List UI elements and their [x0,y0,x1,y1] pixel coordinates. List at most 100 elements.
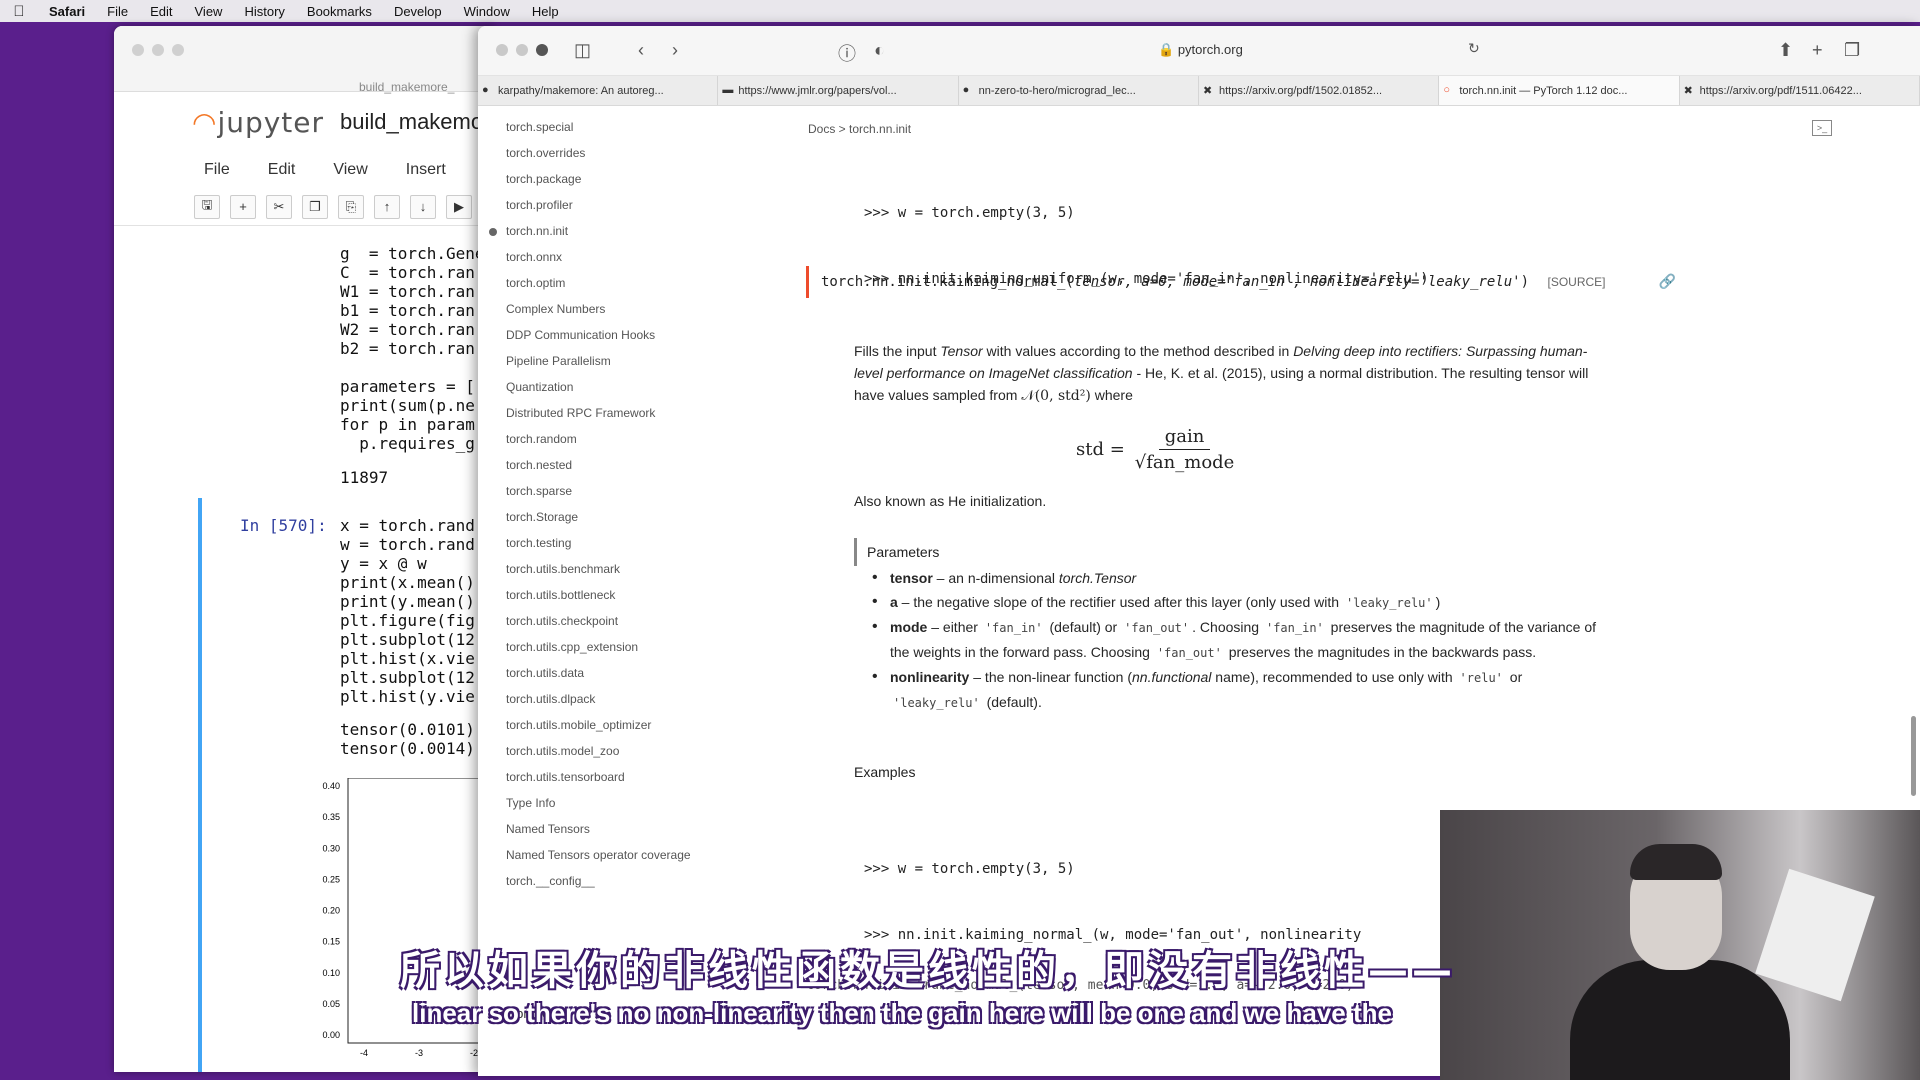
window-controls[interactable] [496,44,548,56]
y-tick-label: 0.20 [322,906,340,916]
cell2-code: x = torch.rand w = torch.rand y = x @ w … [340,516,475,706]
tab-makemore[interactable]: ● karpathy/makemore: An autoreg... [478,76,719,105]
sidebar-item-torch-utils-tensorboard[interactable]: torch.utils.tensorboard [506,770,625,784]
sidebar-item-torch-onnx[interactable]: torch.onnx [506,250,562,264]
webcam-overlay [1440,810,1920,1080]
sidebar-item-torch-utils-data[interactable]: torch.utils.data [506,666,584,680]
reload-icon[interactable]: ↻ [1468,40,1480,57]
sidebar-item-torch-random[interactable]: torch.random [506,432,577,446]
x-tick-label: -4 [360,1048,368,1058]
sidebar-item-pipeline-parallelism[interactable]: Pipeline Parallelism [506,354,611,368]
sidebar-item-torch-nn-init[interactable]: torch.nn.init [488,224,568,238]
tensor-link[interactable]: Tensor [940,343,982,359]
forward-icon[interactable]: › [672,40,678,61]
tab-arxiv-1[interactable]: ✖ https://arxiv.org/pdf/1502.01852... [1199,76,1440,105]
function-signature: torch.nn.init.kaiming_normal_(tensor, a=… [806,266,1676,298]
subtitle-english: linear so there's no non-linearity then … [412,998,1392,1028]
sidebar-item-torch-utils-checkpoint[interactable]: torch.utils.checkpoint [506,614,618,628]
tab-arxiv-2[interactable]: ✖ https://arxiv.org/pdf/1511.06422... [1680,76,1920,105]
url-text: pytorch.org [1177,42,1243,57]
webcam-person-body [1570,960,1790,1080]
sidebar-item-named-tensors-operator-coverage[interactable]: Named Tensors operator coverage [506,848,691,862]
sidebar-item-torch-utils-bottleneck[interactable]: torch.utils.bottleneck [506,588,615,602]
terminal-icon[interactable]: >_ [1812,120,1832,136]
y-tick-label: 0.00 [322,1030,340,1040]
sidebar-item-torch-package[interactable]: torch.package [506,172,581,186]
tab-jmlr[interactable]: ▬ https://www.jmlr.org/papers/vol... [718,76,959,105]
sidebar-item-torch-nested[interactable]: torch.nested [506,458,572,472]
sidebar-item-torch-utils-cpp-extension[interactable]: torch.utils.cpp_extension [506,640,638,654]
menu-file[interactable]: File [96,4,139,19]
scrollbar[interactable] [1911,716,1916,796]
notebook-name[interactable]: build_makemo [340,109,483,135]
y-tick-label: 0.15 [322,937,340,947]
sidebar-item-torch-storage[interactable]: torch.Storage [506,510,578,524]
sidebar-item-quantization[interactable]: Quantization [506,380,573,394]
menu-develop[interactable]: Develop [383,4,453,19]
github-icon: ● [482,84,489,96]
apple-icon[interactable]:  [0,3,38,20]
jupyter-menu-view[interactable]: View [333,161,367,179]
jupyter-toolbar: 🖫 + ✂ ❐ ⎘ ↑ ↓ ▶ [114,188,494,226]
cut-icon[interactable]: ✂ [266,194,292,219]
tab-overview-icon[interactable]: ❐ [1844,40,1860,61]
source-link[interactable]: [SOURCE] [1547,275,1605,289]
sidebar-item-type-info[interactable]: Type Info [506,796,555,810]
password-icon[interactable]: ⓘ [838,40,856,66]
new-tab-icon[interactable]: + [1812,40,1823,61]
sidebar-item-complex-numbers[interactable]: Complex Numbers [506,302,605,316]
menu-bookmarks[interactable]: Bookmarks [296,4,383,19]
sidebar-item-ddp-communication-hooks[interactable]: DDP Communication Hooks [506,328,655,342]
sidebar-item-torch-special[interactable]: torch.special [506,120,573,134]
share-icon[interactable]: ⬆ [1778,40,1793,61]
sidebar-item-torch-testing[interactable]: torch.testing [506,536,571,550]
sidebar-item-torch-profiler[interactable]: torch.profiler [506,198,573,212]
move-up-icon[interactable]: ↑ [374,194,400,219]
run-icon[interactable]: ▶ [446,194,472,219]
arxiv-icon: ✖ [1202,85,1213,97]
sig-args: tensor, a=0, mode='fan_in', nonlinearity… [1073,274,1521,290]
jupyter-titlebar: build_makemore_ [114,26,494,94]
sidebar-item-torch-sparse[interactable]: torch.sparse [506,484,572,498]
example-block-1: >>> w = torch.empty(3, 5) >>> nn.init.ka… [864,158,1429,334]
sidebar-item-torch-utils-model-zoo[interactable]: torch.utils.model_zoo [506,744,619,758]
description: Fills the input Tensor with values accor… [854,343,1589,404]
move-down-icon[interactable]: ↓ [410,194,436,219]
tab-micrograd[interactable]: ● nn-zero-to-hero/micrograd_lec... [959,76,1199,105]
cell1-output: 11897 [340,468,389,487]
sidebar-item-torch-overrides[interactable]: torch.overrides [506,146,585,160]
menu-edit[interactable]: Edit [139,4,183,19]
sidebar-item-torch-config[interactable]: torch.__config__ [506,874,595,888]
link-icon[interactable]: 🔗 [1659,274,1676,290]
sidebar-item-torch-utils-mobile-optimizer[interactable]: torch.utils.mobile_optimizer [506,718,651,732]
breadcrumb[interactable]: Docs > torch.nn.init [808,122,911,136]
copy-icon[interactable]: ❐ [302,194,328,219]
jupyter-menu-file[interactable]: File [204,161,230,179]
save-icon[interactable]: 🖫 [194,194,220,219]
menu-view[interactable]: View [184,4,234,19]
menu-bar:  Safari File Edit View History Bookmark… [0,0,1920,22]
code-cell-1[interactable]: g = torch.Gene C = torch.ran W1 = torch.… [226,244,496,492]
sidebar-item-torch-optim[interactable]: torch.optim [506,276,565,290]
sidebar-toggle-icon[interactable]: ◫ [574,40,591,61]
menu-help[interactable]: Help [521,4,570,19]
shield-icon[interactable]: ◐ [874,40,885,61]
address-bar[interactable]: 🔒 pytorch.org [1158,42,1243,58]
menu-app-safari[interactable]: Safari [38,4,96,19]
add-cell-icon[interactable]: + [230,194,256,219]
parameters-list: tensor – an n-dimensional torch.Tensor a… [872,566,1612,715]
menu-history[interactable]: History [233,4,295,19]
formula-denominator: √fan_mode [1134,452,1235,473]
sidebar-item-torch-utils-benchmark[interactable]: torch.utils.benchmark [506,562,620,576]
menu-window[interactable]: Window [453,4,521,19]
jupyter-logo[interactable]: ◠jupyter [192,106,324,139]
sidebar-item-named-tensors[interactable]: Named Tensors [506,822,590,836]
tab-torch-nn-init[interactable]: ○ torch.nn.init — PyTorch 1.12 doc... [1439,76,1680,105]
webcam-person-hair [1630,844,1722,880]
jupyter-menu-insert[interactable]: Insert [406,161,446,179]
jupyter-menu-edit[interactable]: Edit [268,161,296,179]
sidebar-item-distributed-rpc-framework[interactable]: Distributed RPC Framework [506,406,655,420]
back-icon[interactable]: ‹ [638,40,644,61]
sidebar-item-torch-utils-dlpack[interactable]: torch.utils.dlpack [506,692,595,706]
paste-icon[interactable]: ⎘ [338,194,364,219]
